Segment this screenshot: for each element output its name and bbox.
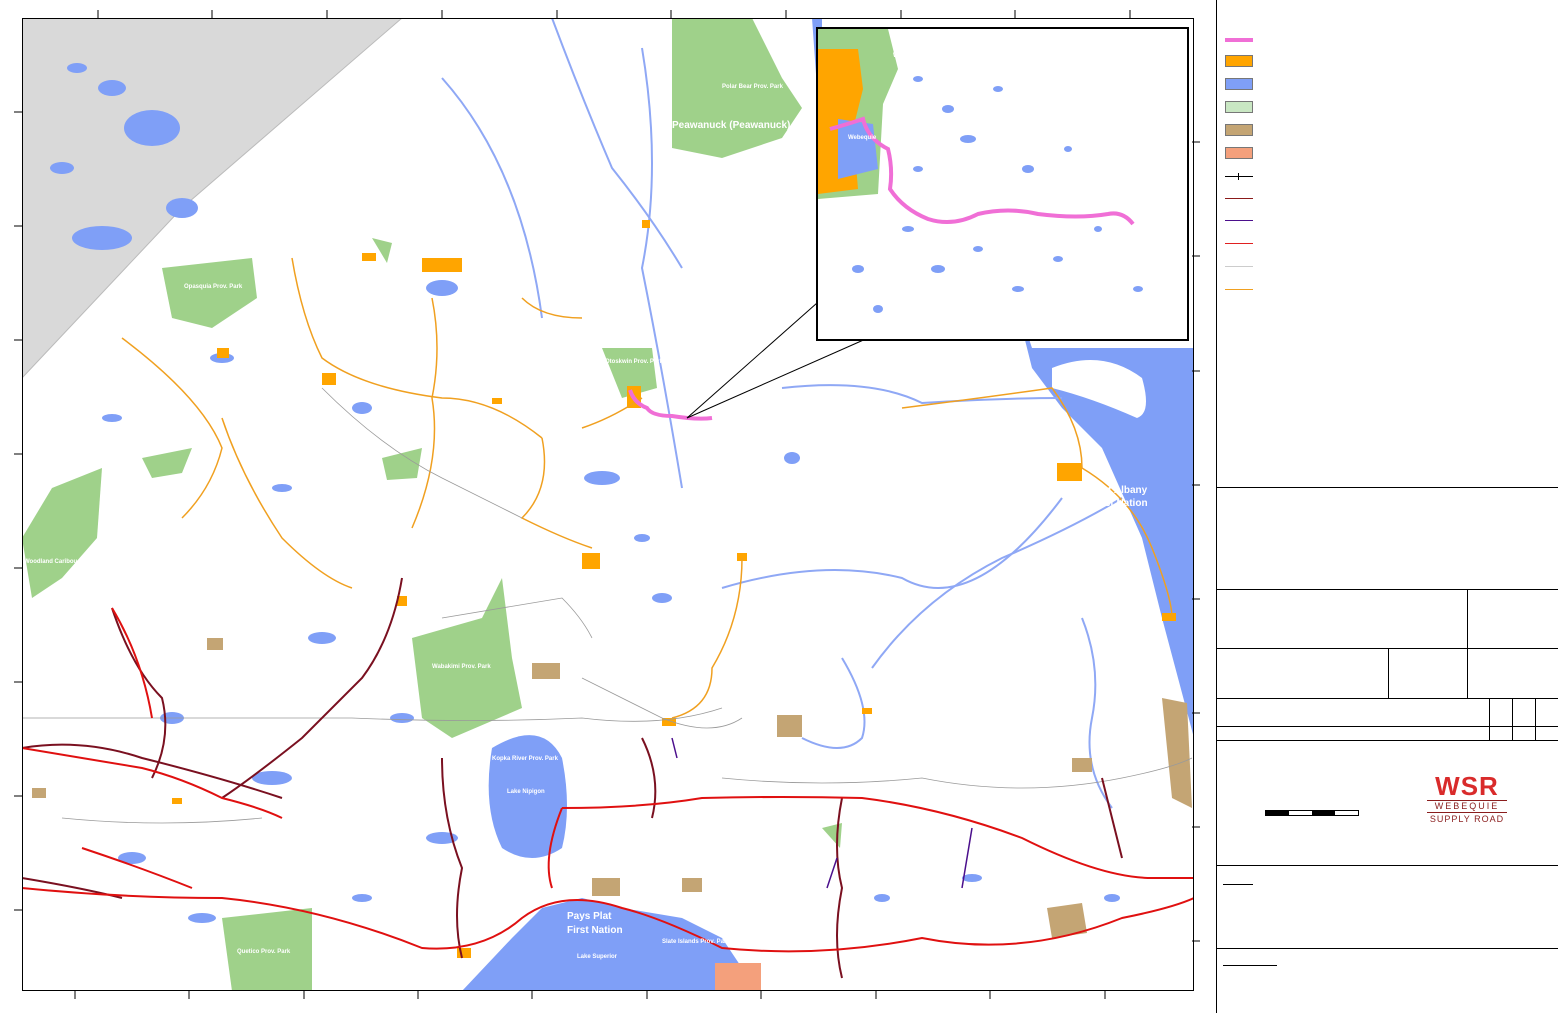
legend-winter-road: [1225, 284, 1253, 296]
legend-secondary-road: [1225, 193, 1253, 205]
label-fort-albany-2: First Nation: [1092, 498, 1148, 509]
wabakimi-park: [412, 578, 522, 738]
highways: [22, 607, 1194, 953]
divider: [1217, 865, 1558, 866]
label-wabakimi: Wabakimi Prov. Park: [432, 664, 491, 670]
label-slate-islands: Slate Islands Prov. Park: [662, 939, 730, 945]
divider: [1388, 648, 1389, 698]
legend-railway: [1225, 170, 1253, 182]
wsr-logo: WSR WEBEQUIE SUPPLY ROAD: [1427, 772, 1507, 826]
label-lake-nipigon: Lake Nipigon: [507, 789, 545, 795]
legend-mining: [1225, 124, 1253, 136]
minor-roads: [22, 387, 1193, 824]
legend-highway: [1225, 238, 1253, 250]
label-pays-plat-2: First Nation: [567, 925, 623, 936]
label-fort-albany: Fort Albany: [1092, 485, 1148, 496]
legend-other-area: [1225, 147, 1253, 159]
inset-canvas: Winisk River Provincial Park Webequie: [818, 29, 1143, 313]
woodland-caribou-park: [22, 468, 102, 598]
legend-park: [1225, 101, 1253, 113]
logo-webequie: WEBEQUIE: [1427, 800, 1507, 813]
divider: [1217, 948, 1558, 949]
legend-purple-road: [1225, 215, 1253, 227]
opasquia-park: [162, 258, 257, 328]
legend-reserve: [1225, 55, 1253, 67]
inset-label-webequie: Webequie: [848, 135, 877, 141]
legend-water: [1225, 78, 1253, 90]
signature-line: [1223, 965, 1277, 966]
divider: [1217, 698, 1558, 699]
title-block-panel: WSR WEBEQUIE SUPPLY ROAD: [1216, 0, 1558, 1013]
label-polar-bear: Polar Bear Prov. Park: [722, 84, 784, 90]
divider: [1217, 740, 1558, 741]
purple-roads: [671, 737, 973, 889]
logo-wsr: WSR: [1435, 771, 1499, 801]
logo-supply-road: SUPPLY ROAD: [1429, 814, 1505, 824]
divider: [1512, 698, 1513, 740]
divider: [1489, 698, 1490, 740]
divider: [1217, 487, 1558, 488]
legend-minor-road: [1225, 261, 1253, 273]
inset-map[interactable]: Winisk River Provincial Park Webequie: [816, 27, 1189, 341]
other-area: [715, 963, 761, 991]
divider: [1217, 589, 1558, 590]
label-otoskwin: Otoskwin Prov. Park: [605, 359, 664, 365]
divider: [1217, 726, 1558, 727]
signature-line: [1223, 884, 1253, 885]
label-lake-superior: Lake Superior: [577, 954, 618, 960]
scale-bar: [1265, 810, 1359, 816]
divider: [1467, 589, 1468, 698]
label-woodland-caribou: Woodland Caribou Prov. Park: [24, 559, 109, 565]
label-peawanuck: Peawanuck (Peawanuck): [672, 120, 790, 131]
label-quetico: Quetico Prov. Park: [237, 949, 291, 955]
scattered-lakes: [102, 280, 1120, 923]
divider: [1535, 698, 1536, 740]
inset-label-winisk: Winisk River Provincial Park: [893, 53, 975, 59]
label-opasquia: Opasquia Prov. Park: [184, 284, 243, 290]
lake-nipigon: [488, 735, 567, 858]
proposed-route: [628, 389, 713, 421]
legend-proposed-route: [1225, 34, 1253, 46]
label-kopka: Kopka River Prov. Park: [492, 756, 559, 762]
label-pays-plat: Pays Plat: [567, 911, 612, 922]
